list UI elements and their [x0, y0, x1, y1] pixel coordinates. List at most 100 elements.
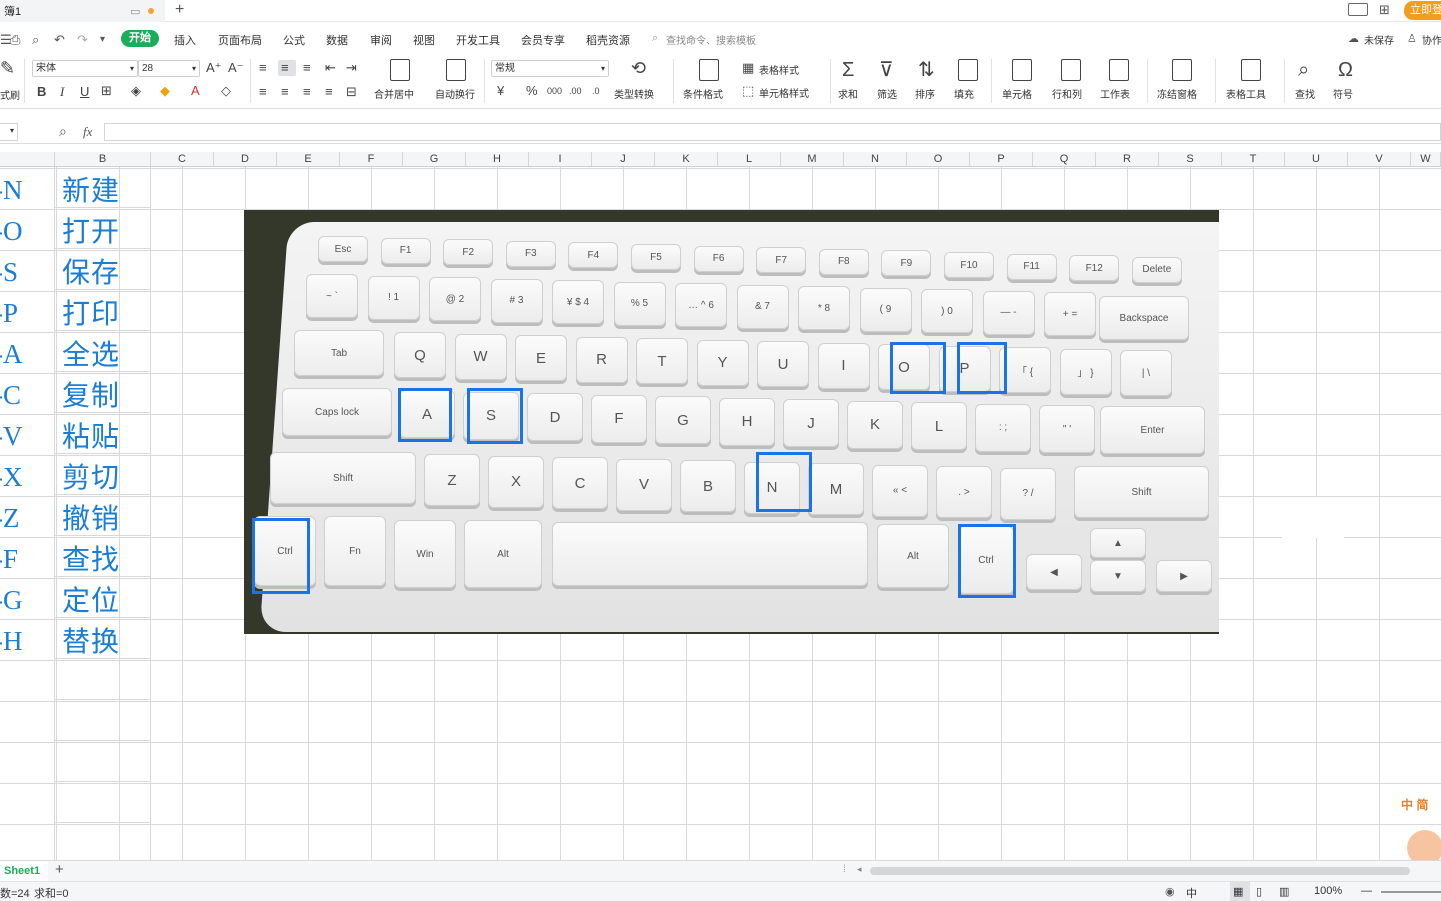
sum-icon[interactable]: Σ — [842, 59, 854, 81]
key-letter[interactable]: Q — [394, 332, 446, 378]
eye-icon[interactable]: ◉ — [1165, 885, 1175, 898]
key-letter[interactable]: « < — [872, 464, 928, 517]
key-win[interactable]: Win — [394, 520, 456, 588]
key-fn-row[interactable]: F1 — [380, 237, 431, 264]
conditional-format-button[interactable]: 条件格式 — [683, 86, 723, 101]
shortcut-key-cell[interactable]: -V — [0, 416, 34, 457]
bold-button[interactable]: B — [37, 85, 46, 99]
fx-icon[interactable]: fx — [83, 124, 92, 140]
key-letter[interactable]: . > — [936, 466, 992, 518]
key-letter[interactable]: E — [515, 335, 567, 381]
key-letter[interactable]: R — [575, 336, 628, 383]
thousands-icon[interactable]: 000 — [547, 84, 562, 98]
column-p-header[interactable]: P — [970, 152, 1033, 166]
key-fn-row[interactable]: F7 — [756, 247, 807, 274]
column-t-header[interactable]: T — [1222, 152, 1285, 166]
command-search[interactable]: 查找命令、搜索模板 — [666, 32, 756, 47]
distribute-icon[interactable]: ⊟ — [346, 85, 357, 99]
key-letter[interactable]: : ; — [975, 403, 1031, 452]
column-o-header[interactable]: O — [907, 152, 970, 166]
key-alt-right[interactable]: Alt — [877, 524, 949, 588]
type-convert-icon[interactable]: ⟲ — [631, 59, 646, 77]
key-letter[interactable]: Z — [424, 454, 480, 506]
customize-arrow-icon[interactable]: ▾ — [100, 34, 105, 45]
table-tools-icon[interactable] — [1241, 59, 1261, 81]
key-shift-right[interactable]: Shift — [1074, 466, 1209, 518]
print-preview-icon[interactable]: ⌕ — [32, 32, 39, 48]
column-d-header[interactable]: D — [214, 152, 277, 166]
column-k-header[interactable]: K — [655, 152, 718, 166]
key-letter[interactable]: " ' — [1039, 405, 1095, 453]
key-enter[interactable]: Enter — [1100, 406, 1205, 454]
cell-style-button[interactable]: 单元格样式 — [759, 85, 809, 100]
column-i-header[interactable]: I — [529, 152, 592, 166]
shortcut-key-cell[interactable]: -A — [0, 334, 34, 375]
shortcut-action-cell[interactable]: 查找 — [62, 539, 150, 580]
search-icon[interactable]: ⌕ — [652, 32, 658, 45]
column-n-header[interactable]: N — [844, 152, 907, 166]
key-letter[interactable]: H — [719, 397, 775, 446]
percent-button[interactable]: % — [526, 84, 538, 98]
shortcut-key-cell[interactable]: -S — [0, 252, 34, 293]
key-letter[interactable]: 」 } — [1059, 348, 1112, 395]
key-fn-row[interactable]: F11 — [1006, 253, 1057, 280]
key-letter[interactable]: W — [454, 333, 507, 380]
type-convert-button[interactable]: 类型转换 — [614, 86, 654, 101]
key-number[interactable]: ) 0 — [921, 289, 973, 333]
column-s-header[interactable]: S — [1159, 152, 1222, 166]
key-shift-left[interactable]: Shift — [270, 452, 416, 504]
key-arrow-left[interactable]: ◀ — [1026, 554, 1082, 590]
key-number[interactable]: & 7 — [736, 284, 789, 329]
font-color-icon[interactable]: A — [191, 84, 200, 98]
filter-icon[interactable]: ⊽ — [879, 59, 894, 81]
shortcut-key-cell[interactable]: -Z — [0, 498, 34, 539]
shortcut-action-cell[interactable]: 替换 — [62, 621, 150, 662]
key-number[interactable]: @ 2 — [429, 277, 481, 321]
column-q-header[interactable]: Q — [1033, 152, 1096, 166]
merge-center-button[interactable]: 合并居中 — [374, 86, 414, 101]
outdent-icon[interactable]: ⇤ — [325, 61, 336, 75]
sort-button[interactable]: 排序 — [915, 86, 935, 101]
column-f-header[interactable]: F — [340, 152, 403, 166]
undo-icon[interactable]: ↶ — [54, 32, 65, 48]
key-letter[interactable]: | \ — [1120, 350, 1172, 396]
shortcut-key-cell[interactable]: -C — [0, 375, 34, 416]
shortcut-action-cell[interactable]: 全选 — [62, 334, 150, 375]
shortcut-action-cell[interactable]: 撤销 — [62, 498, 150, 539]
key-fn-row[interactable]: Delete — [1131, 256, 1182, 283]
scroll-divider-icon[interactable]: ⁞ — [843, 864, 846, 875]
key-arrow-right[interactable]: ▶ — [1156, 560, 1212, 592]
column-w-header[interactable]: W — [1411, 152, 1441, 166]
merge-center-icon[interactable] — [390, 59, 410, 81]
column-r-header[interactable]: R — [1096, 152, 1159, 166]
print-icon[interactable]: ⎙ — [10, 32, 20, 48]
key-fn-row[interactable]: Esc — [318, 236, 368, 262]
worksheet-icon[interactable] — [1109, 59, 1129, 81]
align-middle-icon[interactable]: ≡ — [281, 61, 289, 75]
align-top-icon[interactable]: ≡ — [259, 61, 267, 75]
key-letter[interactable]: Y — [696, 339, 749, 386]
page-break-icon[interactable]: ▥ — [1279, 885, 1289, 898]
tab-docer[interactable]: 稻壳资源 — [586, 32, 630, 48]
key-letter[interactable]: D — [527, 393, 583, 441]
key-number[interactable]: ( 9 — [859, 287, 912, 332]
login-button[interactable]: 立即登 — [1404, 1, 1441, 20]
shortcut-key-cell[interactable]: -G — [0, 580, 34, 621]
zoom-slider[interactable] — [1381, 891, 1441, 893]
fill-button[interactable]: 填充 — [954, 86, 974, 101]
freeze-button[interactable]: 冻结窗格 — [1157, 86, 1197, 101]
key-arrow-down[interactable]: ▼ — [1090, 560, 1146, 592]
key-letter[interactable]: V — [616, 458, 672, 511]
key-number[interactable]: ¥ $ 4 — [552, 280, 604, 324]
cell-button[interactable]: 单元格 — [1002, 86, 1032, 101]
align-center-icon[interactable]: ≡ — [281, 85, 289, 99]
increase-decimal-icon[interactable]: .00 — [569, 84, 582, 98]
wrap-text-icon[interactable] — [446, 59, 466, 81]
shortcut-action-cell[interactable]: 新建 — [62, 170, 150, 211]
sheet-tab-sheet1[interactable]: Sheet1 — [0, 861, 48, 881]
redo-icon[interactable]: ↷ — [77, 32, 88, 48]
find-icon[interactable]: ⌕ — [1298, 59, 1309, 81]
key-letter[interactable]: J — [783, 399, 839, 447]
align-bottom-icon[interactable]: ≡ — [303, 61, 311, 75]
currency-button[interactable]: ¥ — [497, 84, 504, 98]
